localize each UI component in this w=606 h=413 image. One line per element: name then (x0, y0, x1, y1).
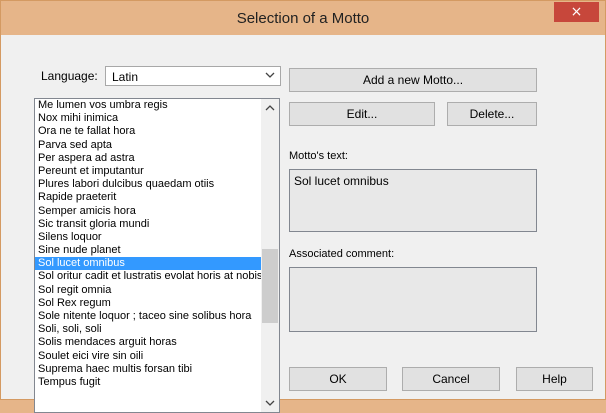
language-select[interactable]: Latin (105, 66, 281, 86)
list-item[interactable]: Sol oritur cadit et lustratis evolat hor… (35, 270, 261, 283)
list-item[interactable]: Nox mihi inimica (35, 112, 261, 125)
motto-text-label: Motto's text: (289, 150, 348, 162)
list-item[interactable]: Sol Rex regum (35, 297, 261, 310)
list-item[interactable]: Semper amicis hora (35, 205, 261, 218)
edit-button[interactable]: Edit... (289, 102, 435, 126)
list-item[interactable]: Per aspera ad astra (35, 152, 261, 165)
list-item[interactable]: Suprema haec multis forsan tibi (35, 363, 261, 376)
add-motto-button[interactable]: Add a new Motto... (289, 68, 537, 92)
window-title: Selection of a Motto (236, 10, 370, 27)
motto-text-value: Sol lucet omnibus (294, 174, 389, 188)
list-item[interactable]: Soulet eici vire sin oili (35, 350, 261, 363)
close-icon: × (570, 4, 583, 20)
chevron-down-icon (265, 400, 275, 406)
motto-list-scrollbar[interactable] (261, 99, 279, 412)
language-label: Language: (41, 69, 98, 83)
motto-text-field[interactable]: Sol lucet omnibus (289, 169, 537, 232)
motto-list[interactable]: Me lumen vos umbra regis Nox mihi inimica… (34, 98, 280, 413)
delete-button[interactable]: Delete... (447, 102, 537, 126)
close-button[interactable]: × (554, 2, 599, 22)
list-item[interactable]: Rapide praeterit (35, 191, 261, 204)
list-item[interactable]: Sic transit gloria mundi (35, 218, 261, 231)
comment-label: Associated comment: (289, 248, 395, 260)
list-item[interactable]: Me lumen vos umbra regis (35, 99, 261, 112)
list-item[interactable]: Tempus fugit (35, 376, 261, 389)
scroll-up-button[interactable] (261, 99, 279, 117)
comment-field[interactable] (289, 267, 537, 332)
scroll-down-button[interactable] (261, 394, 279, 412)
list-item[interactable]: Sole nitente loquor ; taceo sine solibus… (35, 310, 261, 323)
list-item[interactable]: Sol lucet omnibus (35, 257, 261, 271)
list-item[interactable]: Plures labori dulcibus quaedam otiis (35, 178, 261, 191)
list-item[interactable]: Silens loquor (35, 231, 261, 244)
scroll-thumb[interactable] (262, 249, 278, 323)
list-item[interactable]: Sol regit omnia (35, 284, 261, 297)
list-item[interactable]: Parva sed apta (35, 139, 261, 152)
dialog-window: Selection of a Motto × Language: Latin M… (0, 0, 606, 413)
ok-button[interactable]: OK (289, 367, 387, 391)
chevron-up-icon (265, 105, 275, 111)
list-item[interactable]: Sine nude planet (35, 244, 261, 257)
language-value: Latin (112, 70, 139, 84)
list-item[interactable]: Soli, soli, soli (35, 323, 261, 336)
list-item[interactable]: Pereunt et imputantur (35, 165, 261, 178)
dialog-body: Language: Latin Me lumen vos umbra regis… (10, 36, 596, 413)
motto-list-items: Me lumen vos umbra regis Nox mihi inimica… (35, 99, 261, 412)
help-button[interactable]: Help (516, 367, 593, 391)
title-bar[interactable]: Selection of a Motto × (1, 1, 605, 35)
cancel-button[interactable]: Cancel (402, 367, 500, 391)
chevron-down-icon (265, 72, 275, 78)
list-item[interactable]: Ora ne te fallat hora (35, 125, 261, 138)
list-item[interactable]: Solis mendaces arguit horas (35, 336, 261, 349)
